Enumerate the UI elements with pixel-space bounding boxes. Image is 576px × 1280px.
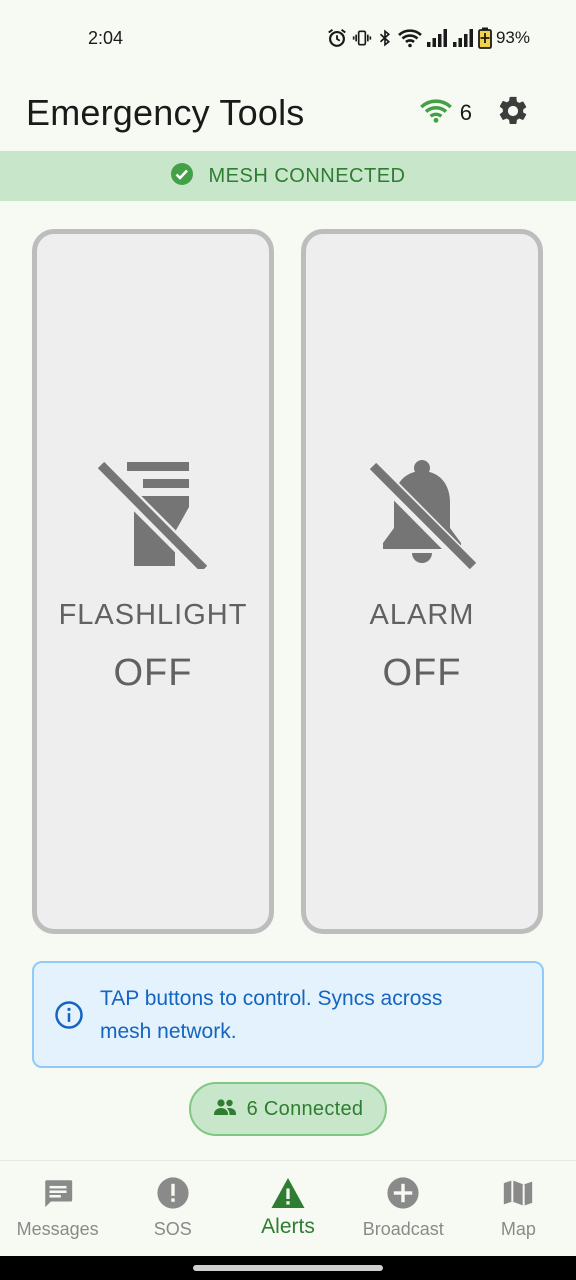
people-icon xyxy=(213,1097,237,1122)
settings-button[interactable] xyxy=(496,96,530,130)
alarm-state: OFF xyxy=(382,652,462,694)
info-text: TAP buttons to control. Syncs across mes… xyxy=(100,982,442,1048)
add-circle-icon xyxy=(385,1175,421,1211)
nav-label: Alerts xyxy=(261,1215,315,1238)
gear-icon xyxy=(496,94,530,133)
gesture-bar xyxy=(0,1256,576,1280)
connected-peers-label: 6 Connected xyxy=(246,1097,364,1120)
nav-item-broadcast[interactable]: Broadcast xyxy=(346,1161,461,1256)
alarm-icon xyxy=(326,27,348,49)
signal-icon xyxy=(452,28,474,48)
mesh-status-label: MESH CONNECTED xyxy=(208,164,406,187)
peer-count: 6 xyxy=(419,99,472,128)
nav-label: Map xyxy=(500,1219,536,1239)
flashlight-label: FLASHLIGHT xyxy=(58,599,248,631)
signal-icon xyxy=(426,28,448,48)
flashlight-state: OFF xyxy=(113,652,193,694)
nav-item-map[interactable]: Map xyxy=(461,1161,576,1256)
check-circle-icon xyxy=(170,162,194,191)
bell-off-icon xyxy=(367,459,477,569)
bluetooth-icon xyxy=(376,28,394,48)
info-box: TAP buttons to control. Syncs across mes… xyxy=(32,961,544,1068)
nav-label: Messages xyxy=(16,1219,99,1239)
info-text-line: mesh network. xyxy=(100,1019,237,1043)
battery-percent: 93% xyxy=(495,28,530,47)
status-time: 2:04 xyxy=(88,27,124,48)
mesh-status-banner: MESH CONNECTED xyxy=(0,151,576,201)
alarm-label: ALARM xyxy=(369,599,475,631)
app-bar: Emergency Tools 6 xyxy=(0,76,576,150)
nav-label: SOS xyxy=(153,1219,192,1239)
flashlight-off-icon xyxy=(98,459,208,569)
alarm-toggle-button[interactable]: ALARM OFF xyxy=(301,229,543,934)
info-icon xyxy=(54,1000,84,1030)
bottom-navigation: Messages SOS Alerts Broadcast Map xyxy=(0,1160,576,1256)
map-icon xyxy=(500,1175,536,1211)
peer-count-value: 6 xyxy=(459,100,472,125)
status-icons: 93% xyxy=(326,27,530,49)
alert-circle-icon xyxy=(155,1175,191,1211)
nav-label: Broadcast xyxy=(362,1219,444,1239)
flashlight-toggle-button[interactable]: FLASHLIGHT OFF xyxy=(32,229,274,934)
wifi-icon xyxy=(419,99,452,128)
nav-item-sos[interactable]: SOS xyxy=(115,1161,230,1256)
nav-item-alerts[interactable]: Alerts xyxy=(230,1161,345,1256)
vibrate-icon xyxy=(352,28,372,48)
warning-triangle-icon xyxy=(270,1175,306,1211)
info-text-line: TAP buttons to control. Syncs across xyxy=(100,986,443,1010)
status-bar: 2:04 93% xyxy=(0,0,576,76)
connected-peers-chip[interactable]: 6 Connected xyxy=(189,1082,387,1136)
message-icon xyxy=(40,1175,76,1211)
wifi-icon xyxy=(398,28,422,48)
page-title: Emergency Tools xyxy=(26,92,305,133)
home-gesture-handle[interactable] xyxy=(193,1265,383,1271)
battery-icon xyxy=(478,27,492,49)
nav-item-messages[interactable]: Messages xyxy=(0,1161,115,1256)
